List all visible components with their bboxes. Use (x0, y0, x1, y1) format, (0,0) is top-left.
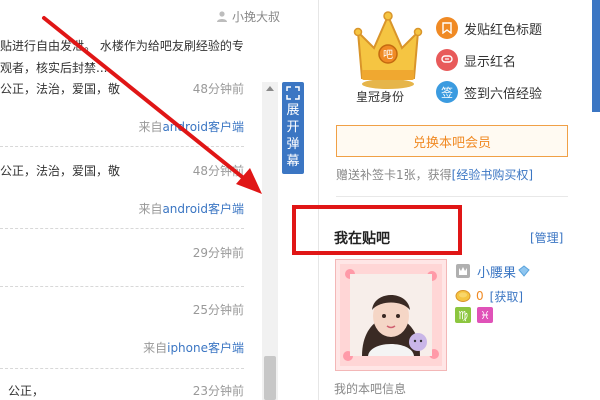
diamond-icon (518, 265, 530, 277)
thread-author[interactable]: 小挽大叔 (216, 6, 280, 26)
avatar-image (340, 264, 442, 366)
perk-red-title: 发贴红色标题 (436, 16, 542, 40)
scrollbar[interactable] (262, 82, 278, 400)
rules-text: 贴进行自由发泄。 水楼作为给吧友刷经验的专 (0, 39, 244, 53)
bookmark-icon (436, 17, 458, 39)
post-snippet[interactable]: 公正， (8, 382, 44, 399)
exp-book-link[interactable]: [经验书购买权] (452, 168, 533, 182)
divider (0, 286, 244, 287)
sign-icon: 签 (436, 81, 458, 103)
post-time: 48分钟前 (192, 82, 244, 96)
gift-text: 赠送补签卡1张，获得[经验书购买权] (336, 168, 534, 182)
perk-sign-exp: 签 签到六倍经验 (436, 80, 542, 104)
thread-feed: 小挽大叔 贴进行自由发泄。 水楼作为给吧友刷经验的专 观者，核实后封禁... 公… (0, 0, 280, 400)
perk-label: 发贴红色标题 (464, 22, 543, 38)
scroll-up-arrow-icon[interactable] (266, 86, 274, 91)
perk-label: 显示红名 (464, 54, 517, 70)
crown-icon: 吧 (353, 11, 423, 89)
post-snippet[interactable]: 公正，法治，爱国，敬 (0, 162, 120, 179)
divider (0, 368, 244, 369)
post-source: 来自android客户端 (138, 120, 244, 134)
chat-bubble-icon (436, 49, 458, 71)
perk-label: 签到六倍经验 (464, 86, 543, 102)
post-time: 25分钟前 (192, 303, 244, 317)
avatar[interactable] (335, 259, 447, 371)
client-link[interactable]: iphone客户端 (167, 341, 244, 355)
my-tieba-info[interactable]: 我的本吧信息 (334, 380, 406, 397)
divider (336, 196, 568, 197)
perk-red-name: 显示红名 (436, 48, 516, 72)
get-coins-link[interactable]: [获取] (490, 288, 523, 305)
divider (0, 228, 244, 229)
username[interactable]: 小腰果 (477, 262, 516, 281)
manage-link[interactable]: [管理] (530, 229, 563, 246)
crown-label: 皇冠身份 (356, 90, 405, 104)
annotation-highlight-box (292, 205, 462, 255)
level-icon (456, 264, 470, 278)
sidebar-edge-tab[interactable] (592, 0, 600, 112)
redeem-membership-button[interactable]: 兑换本吧会员 (336, 125, 568, 157)
virgo-badge-icon[interactable]: ♍ (455, 307, 471, 323)
post-source: 来自android客户端 (138, 202, 244, 216)
client-link[interactable]: android客户端 (162, 202, 244, 216)
divider (0, 146, 244, 147)
client-link[interactable]: android客户端 (162, 120, 244, 134)
coin-icon (455, 290, 471, 302)
post-time: 48分钟前 (192, 164, 244, 178)
pisces-badge-icon[interactable]: ♓ (477, 307, 493, 323)
scrollbar-thumb[interactable] (264, 356, 276, 400)
post-time: 29分钟前 (192, 246, 244, 260)
post-time: 23分钟前 (192, 384, 244, 398)
person-icon (216, 11, 227, 22)
post-source: 来自iphone客户端 (143, 341, 244, 355)
coin-count: 0 (476, 289, 484, 303)
svg-text:吧: 吧 (383, 50, 393, 61)
username-row[interactable]: 小腰果 (455, 261, 530, 281)
author-name[interactable]: 小挽大叔 (232, 8, 280, 25)
coin-row: 0 [获取] (455, 286, 523, 306)
post-snippet[interactable]: 公正，法治，爱国，敬 (0, 80, 120, 97)
expand-danmaku-button[interactable]: 展开弹幕 (282, 82, 304, 174)
expand-danmaku-label: 展开弹幕 (286, 103, 300, 169)
badge-row: ♍ ♓ (455, 307, 499, 323)
rules-text-line2: 观者，核实后封禁... (0, 61, 108, 75)
expand-icon (286, 86, 300, 100)
